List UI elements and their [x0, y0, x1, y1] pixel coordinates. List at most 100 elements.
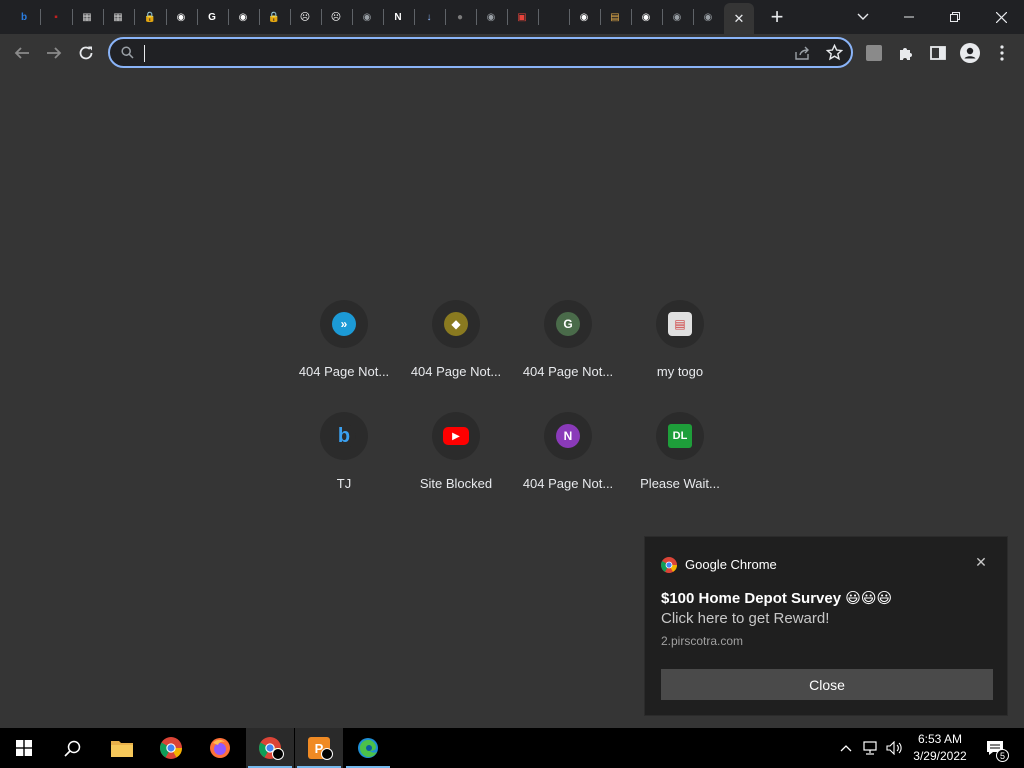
- start-button[interactable]: [0, 728, 48, 768]
- browser-tab[interactable]: ↓: [418, 6, 440, 28]
- share-icon[interactable]: [794, 45, 811, 61]
- network-button[interactable]: [860, 728, 882, 768]
- browser-tab[interactable]: 🔒: [139, 6, 161, 28]
- browser-tab[interactable]: ☹: [294, 6, 316, 28]
- text-caret: [144, 45, 145, 62]
- system-clock[interactable]: 6:53 AM 3/29/2022: [908, 731, 972, 765]
- restore-button[interactable]: [932, 0, 978, 34]
- shortcut-icon-circle: N: [544, 412, 592, 460]
- bing-icon: b: [20, 11, 28, 23]
- firefox-taskbar-button[interactable]: [196, 728, 244, 768]
- new-tab-button[interactable]: +: [765, 5, 789, 29]
- tab-search-button[interactable]: [840, 0, 886, 34]
- chrome-taskbar-button[interactable]: [147, 728, 195, 768]
- red-logo-icon: ▪: [54, 11, 58, 23]
- show-hidden-icons-button[interactable]: [836, 728, 856, 768]
- chrome-profile-taskbar-button[interactable]: [246, 728, 294, 768]
- browser-tab[interactable]: N: [387, 6, 409, 28]
- minimize-button[interactable]: [886, 0, 932, 34]
- bing-icon: b: [332, 424, 356, 448]
- tab-separator: [72, 9, 73, 25]
- browser-tab[interactable]: ▦: [107, 6, 129, 28]
- orange-app-taskbar-button[interactable]: P: [295, 728, 343, 768]
- minimize-icon: [904, 16, 914, 18]
- browser-tab[interactable]: ▪: [45, 6, 67, 28]
- shortcut-tile[interactable]: ◆ 404 Page Not...: [400, 300, 512, 412]
- menu-button[interactable]: [987, 38, 1017, 68]
- shortcut-tile[interactable]: N 404 Page Not...: [512, 412, 624, 524]
- tab-separator: [631, 9, 632, 25]
- browser-tab[interactable]: 🔒: [263, 6, 285, 28]
- browser-tab[interactable]: ◉: [480, 6, 502, 28]
- shortcut-tile[interactable]: G 404 Page Not...: [512, 300, 624, 412]
- extensions-menu-button[interactable]: [891, 38, 921, 68]
- browser-tab[interactable]: ●: [449, 6, 471, 28]
- close-icon: [995, 11, 1007, 23]
- shortcut-label: TJ: [336, 476, 352, 491]
- shortcut-tile[interactable]: » 404 Page Not...: [288, 300, 400, 412]
- browser-toolbar: [0, 34, 1024, 72]
- globe-icon: ◉: [176, 11, 186, 23]
- tab-separator: [383, 9, 384, 25]
- browser-tab[interactable]: ◉: [356, 6, 378, 28]
- tab-separator: [321, 9, 322, 25]
- browser-tab[interactable]: ◉: [573, 6, 595, 28]
- profile-avatar-icon: [960, 43, 980, 63]
- action-center-button[interactable]: 5: [980, 728, 1010, 768]
- shortcut-icon-circle: DL: [656, 412, 704, 460]
- tab-separator: [476, 9, 477, 25]
- shortcut-icon-circle: ◆: [432, 300, 480, 348]
- globe-icon: ◉: [672, 11, 682, 23]
- shortcut-icon-circle: »: [320, 300, 368, 348]
- globe-icon: ◉: [703, 11, 713, 23]
- browser-tab[interactable]: ▤: [604, 6, 626, 28]
- edge-logo-icon: [358, 738, 378, 758]
- download-icon: ↓: [426, 11, 432, 23]
- browser-tab[interactable]: b: [13, 6, 35, 28]
- search-button[interactable]: [48, 728, 96, 768]
- browser-tab[interactable]: ◉: [635, 6, 657, 28]
- chevron-up-icon: [840, 745, 852, 752]
- shortcut-tile[interactable]: ▶ Site Blocked: [400, 412, 512, 524]
- address-input[interactable]: [142, 43, 782, 63]
- browser-tab[interactable]: ◉: [232, 6, 254, 28]
- browser-tab[interactable]: ◉: [697, 6, 719, 28]
- notification-app-name: Google Chrome: [685, 557, 777, 572]
- shortcut-tile[interactable]: ▤ my togo: [624, 300, 736, 412]
- browser-tab[interactable]: ☹: [325, 6, 347, 28]
- shortcut-tile[interactable]: b TJ: [288, 412, 400, 524]
- notification-dismiss-icon[interactable]: ✕: [973, 554, 989, 570]
- plus-icon: +: [770, 4, 784, 29]
- notification-close-button[interactable]: Close: [661, 669, 993, 700]
- store-icon: ▤: [610, 11, 620, 23]
- close-window-button[interactable]: [978, 0, 1024, 34]
- browser-tab[interactable]: G: [201, 6, 223, 28]
- bookmark-star-icon[interactable]: [826, 44, 843, 61]
- browser-tab[interactable]: ▦: [76, 6, 98, 28]
- notification-toast[interactable]: Google Chrome ✕ $100 Home Depot Survey 😃…: [644, 536, 1008, 716]
- windows-logo-icon: [16, 740, 32, 756]
- file-explorer-button[interactable]: [98, 728, 146, 768]
- forward-button[interactable]: [39, 38, 69, 68]
- active-tab[interactable]: ✕: [724, 3, 754, 34]
- back-button[interactable]: [7, 38, 37, 68]
- volume-button[interactable]: [884, 728, 906, 768]
- extension-button[interactable]: [859, 38, 889, 68]
- shortcut-tile[interactable]: DL Please Wait...: [624, 412, 736, 524]
- browser-tab[interactable]: ◉: [666, 6, 688, 28]
- reload-button[interactable]: [71, 38, 101, 68]
- edge-taskbar-button[interactable]: [344, 728, 392, 768]
- shortcut-label: my togo: [656, 364, 704, 379]
- profile-button[interactable]: [955, 38, 985, 68]
- browser-tab[interactable]: [542, 6, 564, 28]
- side-panel-button[interactable]: [923, 38, 953, 68]
- box-icon: ▦: [113, 11, 123, 23]
- clock-time: 6:53 AM: [917, 732, 963, 746]
- close-tab-icon[interactable]: ✕: [734, 11, 745, 27]
- dl-logo-icon: DL: [668, 424, 692, 448]
- address-bar[interactable]: [108, 37, 853, 68]
- tab-separator: [662, 9, 663, 25]
- browser-tab[interactable]: ▣: [511, 6, 533, 28]
- extension-logo-icon: [866, 45, 882, 61]
- browser-tab[interactable]: ◉: [170, 6, 192, 28]
